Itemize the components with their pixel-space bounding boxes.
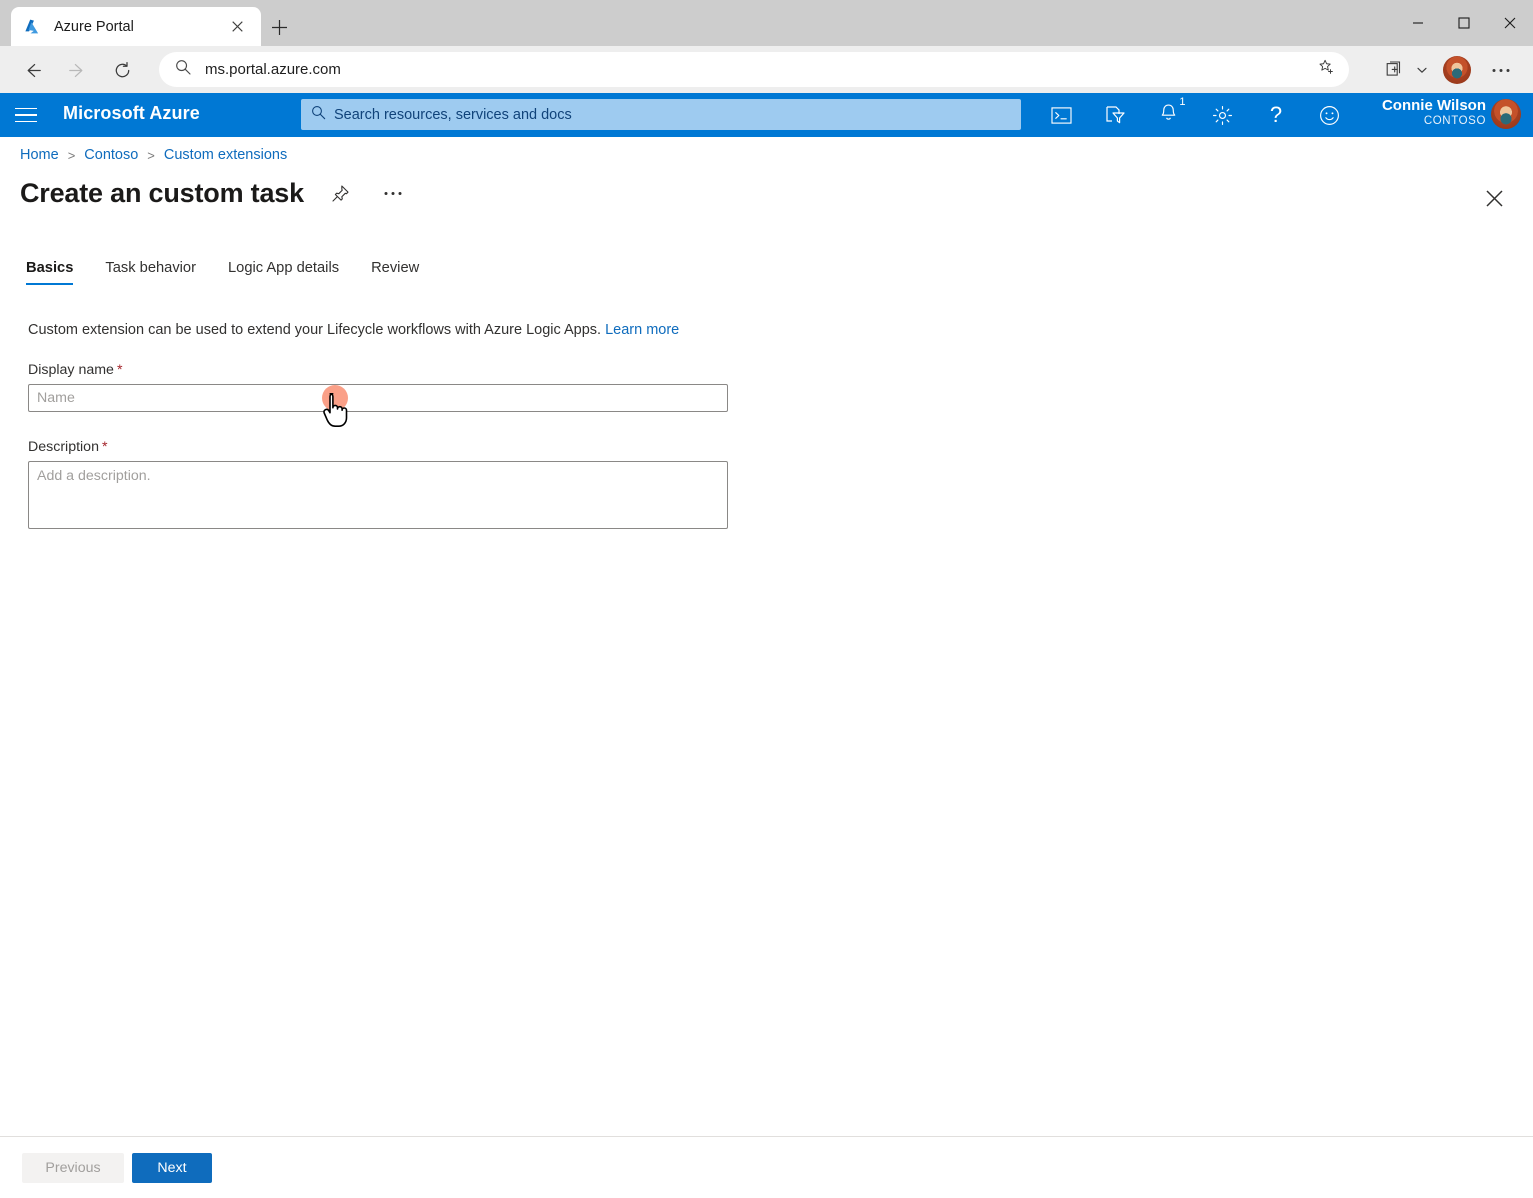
page-title-row: Create an custom task — [20, 178, 408, 209]
learn-more-link[interactable]: Learn more — [605, 322, 679, 338]
blade-footer: Previous Next — [0, 1136, 1533, 1198]
azure-global-search[interactable]: Search resources, services and docs — [301, 99, 1021, 130]
required-marker: * — [117, 362, 123, 378]
previous-button[interactable]: Previous — [22, 1153, 124, 1183]
next-button[interactable]: Next — [132, 1153, 212, 1183]
display-name-input[interactable]: Name — [28, 384, 728, 412]
required-marker: * — [102, 439, 108, 455]
minimize-icon[interactable] — [1395, 0, 1441, 46]
notification-badge-count: 1 — [1179, 97, 1185, 108]
display-name-label-text: Display name — [28, 362, 114, 378]
display-name-label: Display name* — [28, 362, 122, 378]
azure-user-name: Connie Wilson — [1382, 98, 1486, 115]
settings-gear-icon[interactable] — [1205, 100, 1239, 130]
new-tab-button[interactable] — [266, 14, 292, 40]
page-title: Create an custom task — [20, 178, 304, 209]
more-options-icon[interactable] — [1485, 52, 1517, 88]
breadcrumb-separator: > — [68, 148, 76, 163]
hamburger-menu-icon[interactable] — [15, 103, 41, 127]
cloud-shell-icon[interactable] — [1044, 100, 1078, 130]
add-favorite-star-icon[interactable] — [1318, 59, 1335, 81]
browser-tab[interactable]: Azure Portal — [11, 7, 261, 46]
description-label-text: Description — [28, 439, 99, 455]
description-placeholder: Add a description. — [37, 468, 151, 484]
chevron-down-icon[interactable] — [1411, 52, 1433, 88]
browser-tab-strip: Azure Portal — [0, 0, 1533, 46]
ellipsis-icon[interactable] — [378, 179, 408, 209]
azure-user-org: CONTOSO — [1382, 115, 1486, 128]
pin-icon[interactable] — [326, 179, 356, 209]
avatar — [1443, 56, 1471, 84]
mouse-cursor-pointer-icon — [322, 392, 354, 433]
help-question-icon[interactable]: ? — [1259, 100, 1293, 130]
azure-logo-icon — [23, 17, 42, 36]
azure-user-info[interactable]: Connie Wilson CONTOSO — [1382, 98, 1486, 127]
address-bar-url: ms.portal.azure.com — [205, 61, 1318, 78]
directories-subscriptions-icon[interactable] — [1098, 100, 1132, 130]
intro-description: Custom extension can be used to extend y… — [28, 322, 601, 338]
maximize-icon[interactable] — [1441, 0, 1487, 46]
search-icon — [175, 59, 191, 80]
notifications-bell-icon[interactable]: 1 — [1151, 100, 1185, 130]
tab-logic-app-details[interactable]: Logic App details — [228, 256, 339, 285]
close-icon[interactable] — [225, 15, 249, 39]
tab-task-behavior[interactable]: Task behavior — [105, 256, 196, 285]
azure-search-placeholder: Search resources, services and docs — [334, 107, 572, 123]
breadcrumb-separator: > — [147, 148, 155, 163]
display-name-placeholder: Name — [37, 390, 75, 406]
description-label: Description* — [28, 439, 108, 455]
reload-icon[interactable] — [103, 52, 141, 88]
blade-tabs: Basics Task behavior Logic App details R… — [26, 256, 451, 285]
blade-close-icon[interactable] — [1479, 183, 1509, 213]
breadcrumb: Home > Contoso > Custom extensions — [20, 147, 287, 163]
user-avatar-icon[interactable] — [1491, 99, 1521, 129]
intro-text: Custom extension can be used to extend y… — [28, 322, 679, 338]
breadcrumb-item-home[interactable]: Home — [20, 147, 59, 163]
breadcrumb-item-contoso[interactable]: Contoso — [84, 147, 138, 163]
feedback-smiley-icon[interactable] — [1312, 100, 1346, 130]
breadcrumb-item-custom-extensions[interactable]: Custom extensions — [164, 147, 287, 163]
profile-avatar-icon[interactable] — [1441, 52, 1473, 88]
window-controls — [1395, 0, 1533, 46]
browser-tab-title: Azure Portal — [54, 19, 225, 35]
azure-brand-label[interactable]: Microsoft Azure — [63, 103, 200, 124]
description-textarea[interactable]: Add a description. — [28, 461, 728, 529]
tab-basics[interactable]: Basics — [26, 256, 73, 285]
window-close-icon[interactable] — [1487, 0, 1533, 46]
forward-arrow-icon — [58, 52, 96, 88]
search-icon — [311, 105, 326, 125]
address-bar[interactable]: ms.portal.azure.com — [159, 52, 1349, 87]
back-arrow-icon[interactable] — [13, 52, 51, 88]
tab-review[interactable]: Review — [371, 256, 419, 285]
collections-icon[interactable] — [1380, 52, 1412, 88]
